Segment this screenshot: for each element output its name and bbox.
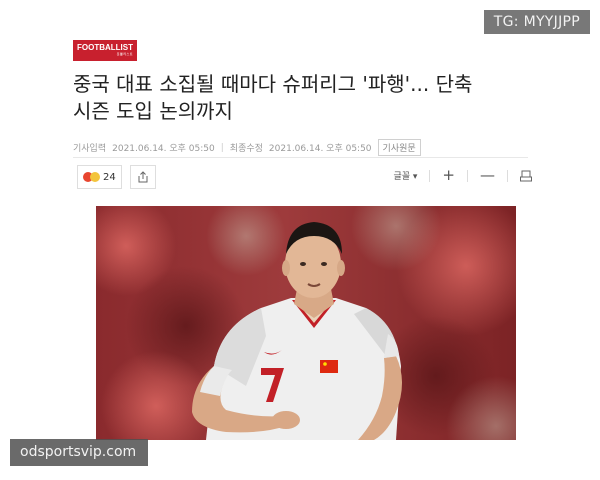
font-select[interactable]: 글꼴 ▾ <box>393 169 417 182</box>
text-tools: 글꼴 ▾ + — <box>393 168 532 183</box>
headline-line-1: 중국 대표 소집될 때마다 슈퍼리그 '파행'... 단축 <box>73 72 473 96</box>
football-player-photo <box>96 206 516 440</box>
font-label: 글꼴 <box>393 172 411 182</box>
reaction-count: 24 <box>103 171 116 183</box>
font-increase-icon[interactable]: + <box>442 168 455 183</box>
published-time: 2021.06.14. 오후 05:50 <box>112 144 215 154</box>
print-icon[interactable] <box>520 170 532 182</box>
article: FOOTBALLIST 풋볼리스트 중국 대표 소집될 때마다 슈퍼리그 '파행… <box>73 40 533 189</box>
original-article-link[interactable]: 기사원문 <box>377 139 421 156</box>
share-button[interactable] <box>130 165 156 189</box>
logo-text: FOOTBALLIST <box>77 43 133 52</box>
headline-line-2: 시즌 도입 논의까지 <box>73 99 233 123</box>
watermark-top: TG: MYYJJPP <box>483 10 590 34</box>
watermark-bottom: odsportsvip.com <box>10 439 149 466</box>
article-photo <box>96 206 516 440</box>
article-toolbar: 24 글꼴 ▾ + — <box>77 165 532 191</box>
font-decrease-icon[interactable]: — <box>480 168 495 183</box>
tools-separator <box>467 169 468 182</box>
tools-separator <box>507 169 508 182</box>
footballist-logo[interactable]: FOOTBALLIST 풋볼리스트 <box>73 40 137 61</box>
modified-label: 최종수정 <box>229 144 263 154</box>
sad-emoji-icon <box>90 172 100 182</box>
article-meta: 기사입력 2021.06.14. 오후 05:50 | 최종수정 2021.06… <box>73 139 533 156</box>
modified-time: 2021.06.14. 오후 05:50 <box>268 144 372 154</box>
published-label: 기사입력 <box>73 144 107 154</box>
tools-separator <box>429 169 431 182</box>
header-divider <box>73 157 528 158</box>
chevron-down-icon: ▾ <box>412 172 418 182</box>
reaction-button[interactable]: 24 <box>77 165 122 189</box>
share-icon <box>138 171 148 183</box>
article-headline: 중국 대표 소집될 때마다 슈퍼리그 '파행'... 단축 시즌 도입 논의까지 <box>73 71 533 125</box>
logo-subtext: 풋볼리스트 <box>116 52 133 56</box>
meta-separator: | <box>220 142 224 153</box>
